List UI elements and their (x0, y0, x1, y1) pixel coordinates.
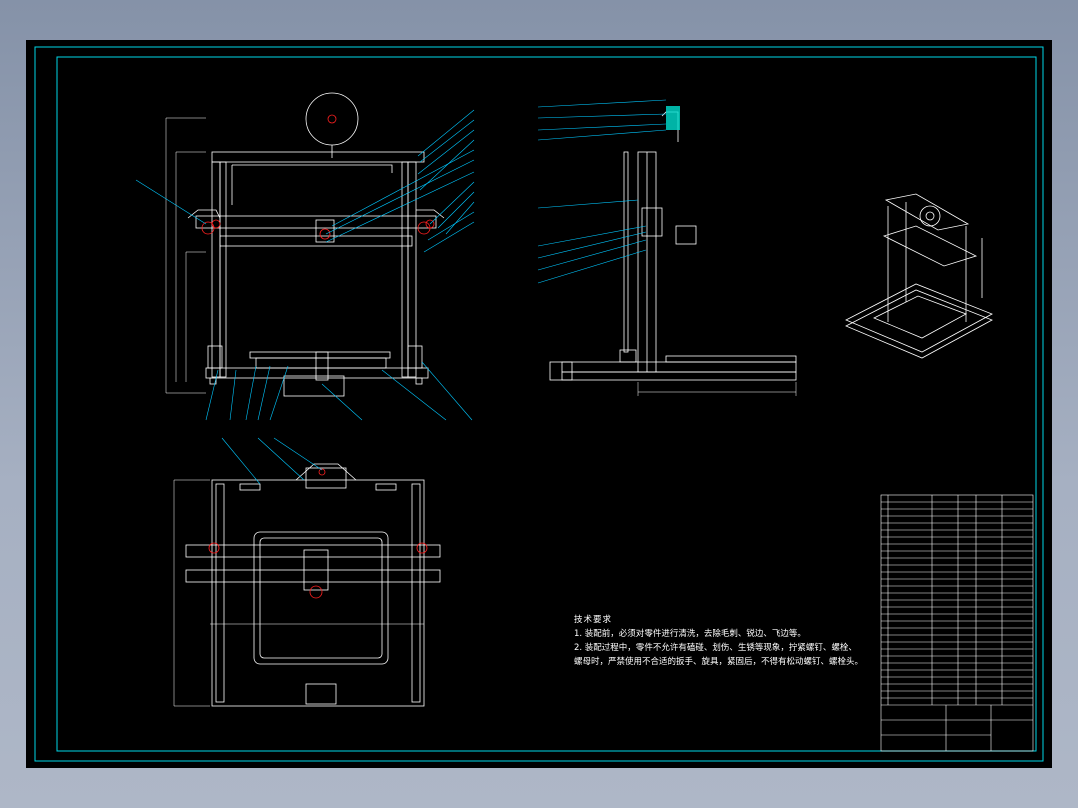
front-dimensions (165, 117, 206, 394)
tech-req-item-1: 1. 装配前，必须对零件进行清洗，去除毛刺、锐边、飞边等。 (574, 629, 806, 639)
tech-req-title: 技术要求 (574, 615, 613, 625)
top-view (185, 463, 441, 707)
outer-frame (34, 46, 1044, 762)
cad-drawing-sheet (34, 46, 1044, 762)
front-view (187, 92, 445, 397)
front-leaders (135, 109, 475, 421)
technical-requirements: 技术要求 1. 装配前，必须对零件进行清洗，去除毛刺、锐边、飞边等。 2. 装配… (574, 613, 864, 669)
cad-viewport[interactable]: 技术要求 1. 装配前，必须对零件进行清洗，去除毛刺、锐边、飞边等。 2. 装配… (26, 40, 1052, 768)
inner-frame (56, 56, 1037, 752)
side-dimensions (637, 382, 797, 396)
isometric-view (845, 193, 993, 359)
filament-spool (305, 92, 359, 146)
tech-req-item-2: 2. 装配过程中，零件不允许有磕碰、划伤、生锈等现象，拧紧螺钉、螺栓、螺母时，严… (574, 643, 864, 667)
title-block (880, 494, 1034, 752)
top-dimensions (173, 479, 424, 707)
top-leaders (221, 437, 323, 485)
side-view-spool-bearing (666, 106, 680, 130)
